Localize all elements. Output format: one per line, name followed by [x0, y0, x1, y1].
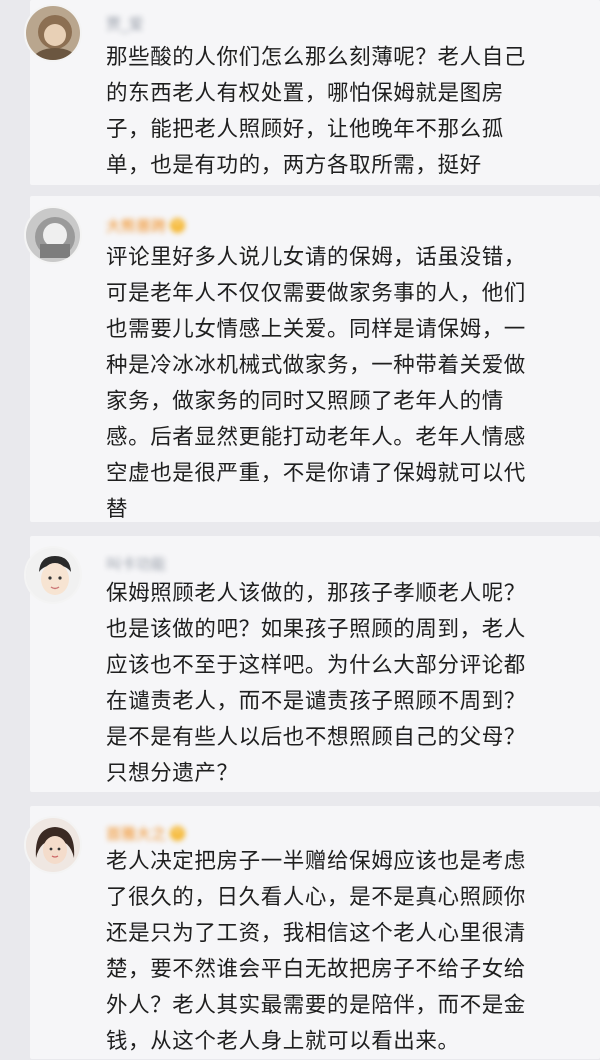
username-text: 叫卡功能 [106, 554, 167, 573]
comment-line: 在谴责老人，而不是谴责孩子照顾不周到？ [106, 689, 526, 714]
avatar[interactable] [24, 816, 82, 874]
comment-line: 替 [106, 497, 129, 522]
comment-line: 保姆照顾老人该做的，那孩子孝顺老人呢？ [106, 581, 526, 606]
comment-card: 首雅大之 V 老人决定把房子一半赠给保姆应该也是考虑 了很久的，日久看人心，是不… [24, 806, 600, 1060]
comment-line: 子，能把老人照顾好，让他晚年不那么孤 [106, 117, 504, 142]
comment-line: 种是冷冰冰机械式做家务，一种带着关爱做 [106, 353, 526, 378]
username[interactable]: 贾_爱 [106, 14, 144, 33]
avatar[interactable] [24, 546, 82, 604]
comment-line: 还是只为了工资，我相信这个老人心里很清 [106, 921, 526, 946]
comment-line: 单，也是有功的，两方各取所需，挺好 [106, 153, 482, 178]
username-text: 贾_爱 [106, 14, 144, 33]
vip-badge-icon: V [170, 217, 186, 233]
comment-line: 外人？老人其实最需要的是陪伴，而不是金 [106, 993, 526, 1018]
comment-card: 贾_爱 那些酸的人你们怎么那么刻薄呢？老人自己 的东西老人有权处置，哪怕保姆就是… [24, 0, 600, 185]
comment-line: 应该也不至于这样吧。为什么大部分评论都 [106, 653, 526, 678]
avatar[interactable] [24, 4, 82, 62]
username-text: 首雅大之 [106, 824, 167, 843]
comment-text: 那些酸的人你们怎么那么刻薄呢？老人自己 的东西老人有权处置，哪怕保姆就是图房 子… [106, 40, 576, 184]
comment-line: 的东西老人有权处置，哪怕保姆就是图房 [106, 81, 504, 106]
comment-line: 也需要儿女情感上关爱。同样是请保姆，一 [106, 317, 526, 342]
comment-card: 大熊普跨 V 评论里好多人说儿女请的保姆，话虽没错， 可是老年人不仅仅需要做家务… [24, 196, 600, 522]
vip-badge-icon: V [170, 825, 186, 841]
comment-line: 空虚也是很严重，不是你请了保姆就可以代 [106, 461, 526, 486]
comment-text: 评论里好多人说儿女请的保姆，话虽没错， 可是老年人不仅仅需要做家务事的人，他们 … [106, 240, 576, 528]
comment-line: 家务，做家务的同时又照顾了老年人的情 [106, 389, 504, 414]
comment-line: 老人决定把房子一半赠给保姆应该也是考虑 [106, 849, 526, 874]
comment-text: 老人决定把房子一半赠给保姆应该也是考虑 了很久的，日久看人心，是不是真心照顾你 … [106, 844, 576, 1060]
username[interactable]: 大熊普跨 V [106, 216, 186, 235]
comment-line: 只想分遗产？ [106, 761, 239, 786]
username-text: 大熊普跨 [106, 216, 167, 235]
username[interactable]: 叫卡功能 [106, 554, 167, 573]
comment-line: 了很久的，日久看人心，是不是真心照顾你 [106, 885, 526, 910]
comment-line: 楚，要不然谁会平白无故把房子不给子女给 [106, 957, 526, 982]
username[interactable]: 首雅大之 V [106, 824, 186, 843]
comment-card: 叫卡功能 保姆照顾老人该做的，那孩子孝顺老人呢？ 也是该做的吧？如果孩子照顾的周… [24, 536, 600, 792]
comment-line: 评论里好多人说儿女请的保姆，话虽没错， [106, 245, 526, 270]
comment-line: 钱，从这个老人身上就可以看出来。 [106, 1029, 460, 1054]
comment-text: 保姆照顾老人该做的，那孩子孝顺老人呢？ 也是该做的吧？如果孩子照顾的周到，老人 … [106, 576, 576, 792]
comment-line: 可是老年人不仅仅需要做家务事的人，他们 [106, 281, 526, 306]
comment-line: 感。后者显然更能打动老年人。老年人情感 [106, 425, 526, 450]
comment-line: 那些酸的人你们怎么那么刻薄呢？老人自己 [106, 45, 526, 70]
comment-line: 是不是有些人以后也不想照顾自己的父母？ [106, 725, 526, 750]
comment-line: 也是该做的吧？如果孩子照顾的周到，老人 [106, 617, 526, 642]
avatar[interactable] [24, 206, 82, 264]
